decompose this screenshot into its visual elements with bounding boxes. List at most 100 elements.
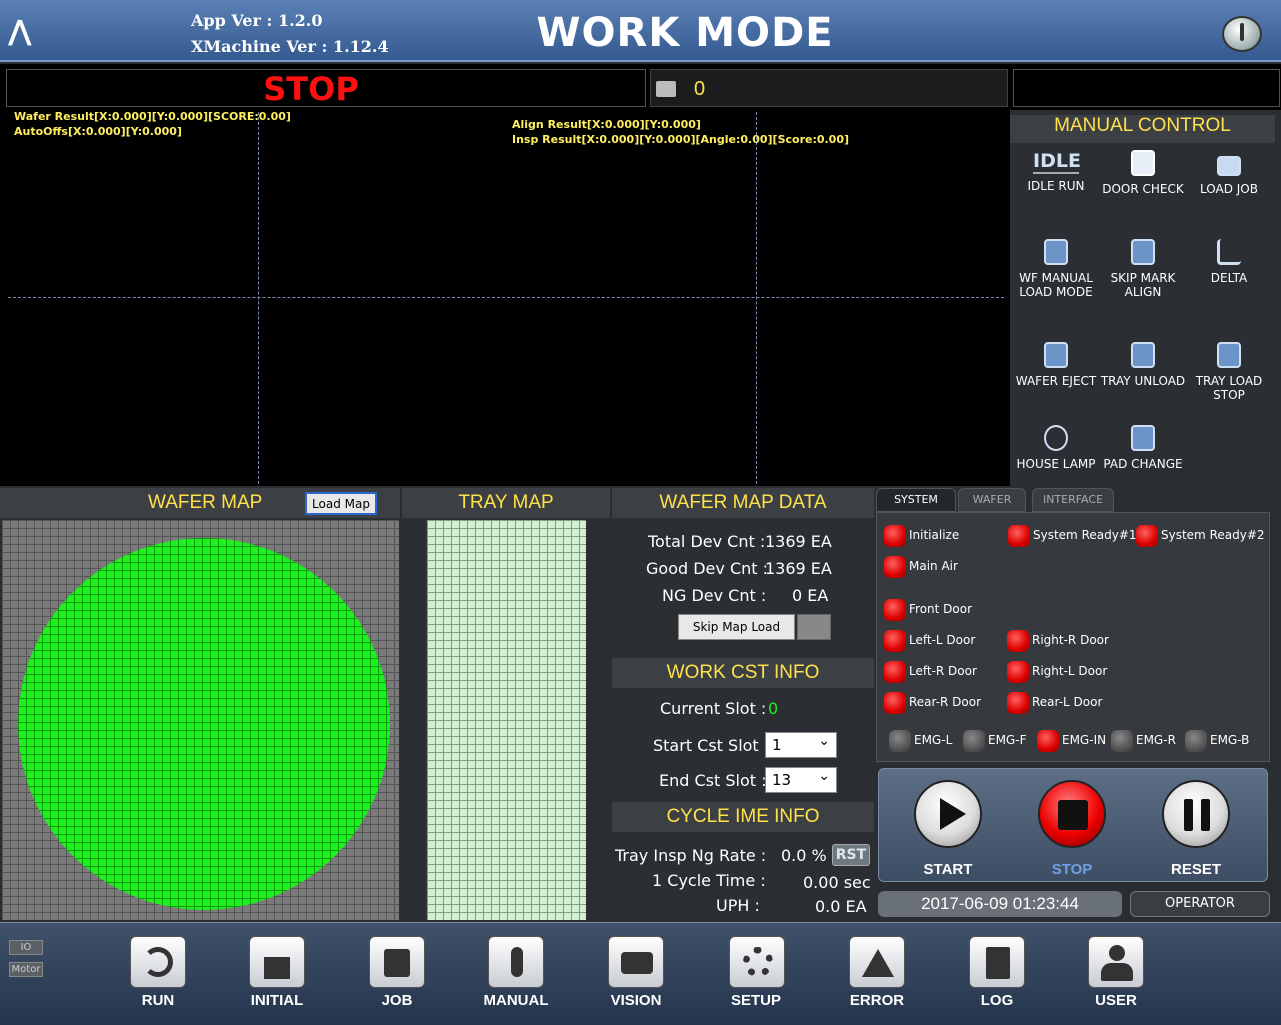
emg-r-led xyxy=(1111,730,1133,752)
good-dev-label: Good Dev Cnt : xyxy=(646,559,768,578)
nav-run-button[interactable] xyxy=(130,936,186,988)
nav-job-button[interactable] xyxy=(369,936,425,988)
current-slot-value: 0 xyxy=(768,699,779,718)
initialize-led xyxy=(884,525,906,547)
tray-load-stop-label: TRAY LOAD STOP xyxy=(1195,374,1263,402)
ng-dev-value: 0 EA xyxy=(792,586,829,605)
front-door-led xyxy=(884,599,906,621)
pad-change-label: PAD CHANGE xyxy=(1103,457,1183,471)
start-slot-select[interactable]: 1 xyxy=(765,732,837,758)
emg-b-led xyxy=(1185,730,1207,752)
front-door-label: Front Door xyxy=(909,602,973,616)
house-lamp-label: HOUSE LAMP xyxy=(1016,457,1096,471)
refresh-icon xyxy=(143,947,173,977)
tab-interface[interactable]: INTERFACE xyxy=(1032,488,1114,512)
right-l-door-label: Right-L Door xyxy=(1032,664,1108,678)
rear-l-door-label: Rear-L Door xyxy=(1032,695,1103,709)
ng-rate-value: 0.0 % xyxy=(781,846,827,865)
tray-map-title: TRAY MAP xyxy=(402,488,610,518)
main-air-led xyxy=(884,556,906,578)
load-job-button[interactable]: LOAD JOB xyxy=(1185,150,1273,196)
wafer-die-map xyxy=(18,538,390,910)
tab-system[interactable]: SYSTEM xyxy=(876,488,956,512)
start-slot-value: 1 xyxy=(772,736,782,754)
nav-error-button[interactable] xyxy=(849,936,905,988)
wafer-result-text: Wafer Result[X:0.000][Y:0.000][SCORE:0.0… xyxy=(14,110,291,123)
idle-run-button[interactable]: IDLE IDLE RUN xyxy=(1012,150,1100,193)
logo-icon: ⋀ xyxy=(8,14,32,47)
right-l-door-led xyxy=(1007,661,1029,683)
hand-icon xyxy=(1131,239,1155,265)
crosshair-line xyxy=(8,297,1004,298)
rst-button[interactable]: RST xyxy=(832,844,870,866)
main-air-label: Main Air xyxy=(909,559,958,573)
delta-label: DELTA xyxy=(1210,271,1248,285)
auto-offset-text: AutoOffs[X:0.000][Y:0.000] xyxy=(14,125,182,138)
app-version: App Ver : 1.2.0 xyxy=(191,11,323,30)
stop-button[interactable] xyxy=(1038,780,1106,848)
emg-in-led xyxy=(1037,730,1059,752)
stop-label: STOP xyxy=(1051,861,1093,878)
wf-manual-load-label: WF MANUAL LOAD MODE xyxy=(1019,271,1093,299)
door-check-label: DOOR CHECK xyxy=(1102,182,1184,196)
load-map-button[interactable]: Load Map xyxy=(305,492,377,515)
nav-vision-label: VISION xyxy=(610,992,662,1009)
total-dev-value: 1369 EA xyxy=(765,532,832,551)
nav-setup-button[interactable] xyxy=(729,936,785,988)
tab-wafer[interactable]: WAFER xyxy=(958,488,1026,512)
user-role-button[interactable]: OPERATOR xyxy=(1130,891,1270,917)
vision-view[interactable] xyxy=(0,110,1010,486)
emg-f-label: EMG-F xyxy=(988,733,1027,747)
door-icon xyxy=(1131,150,1155,176)
xmachine-version: XMachine Ver : 1.12.4 xyxy=(191,37,389,56)
house-lamp-button[interactable]: HOUSE LAMP xyxy=(1012,425,1100,471)
skip-map-load-button[interactable]: Skip Map Load xyxy=(678,614,795,640)
wafer-eject-label: WAFER EJECT xyxy=(1015,374,1097,388)
wafer-eject-button[interactable]: WAFER EJECT xyxy=(1012,342,1100,388)
nav-user-button[interactable] xyxy=(1088,936,1144,988)
reset-button[interactable] xyxy=(1162,780,1230,848)
emg-l-label: EMG-L xyxy=(914,733,953,747)
end-slot-select[interactable]: 13 xyxy=(765,767,837,793)
nav-initial-button[interactable] xyxy=(249,936,305,988)
cycle-time-value: 0.00 sec xyxy=(803,873,871,892)
idle-run-label: IDLE RUN xyxy=(1027,179,1085,193)
ng-dev-label: NG Dev Cnt : xyxy=(662,586,767,605)
system-ready2-label: System Ready#2 xyxy=(1161,528,1265,542)
tray-load-stop-button[interactable]: TRAY LOAD STOP xyxy=(1185,342,1273,402)
work-cst-title: WORK CST INFO xyxy=(612,658,874,688)
io-button[interactable]: IO xyxy=(9,940,43,955)
nav-vision-button[interactable] xyxy=(608,936,664,988)
nav-manual-label: MANUAL xyxy=(483,992,549,1009)
system-ready1-led xyxy=(1008,525,1030,547)
nav-error-label: ERROR xyxy=(849,992,905,1009)
nav-log-label: LOG xyxy=(980,992,1014,1009)
hand-icon xyxy=(1217,342,1241,368)
wf-manual-load-button[interactable]: WF MANUAL LOAD MODE xyxy=(1012,239,1100,299)
hand-icon xyxy=(1044,342,1068,368)
hand-icon xyxy=(1131,425,1155,451)
nav-manual-button[interactable] xyxy=(488,936,544,988)
nav-setup-label: SETUP xyxy=(730,992,781,1009)
current-slot-label: Current Slot : xyxy=(660,699,767,718)
tray-map-grid[interactable] xyxy=(427,520,586,920)
motor-button[interactable]: Motor xyxy=(9,962,43,977)
skip-map-indicator xyxy=(797,614,831,640)
nav-log-button[interactable] xyxy=(969,936,1025,988)
good-dev-value: 1369 EA xyxy=(765,559,832,578)
door-check-button[interactable]: DOOR CHECK xyxy=(1099,150,1187,196)
tray-unload-button[interactable]: TRAY UNLOAD xyxy=(1099,342,1187,388)
hand-icon xyxy=(1044,239,1068,265)
rear-l-door-led xyxy=(1007,692,1029,714)
delta-button[interactable]: DELTA xyxy=(1185,239,1273,285)
total-dev-label: Total Dev Cnt : xyxy=(648,532,766,551)
page-title: WORK MODE xyxy=(536,10,834,56)
pad-change-button[interactable]: PAD CHANGE xyxy=(1099,425,1187,471)
folder-icon xyxy=(1217,156,1241,176)
log-icon xyxy=(986,947,1010,979)
skip-mark-align-button[interactable]: SKIP MARK ALIGN xyxy=(1099,239,1187,299)
stop-icon xyxy=(1058,800,1088,830)
power-button[interactable] xyxy=(1222,16,1262,52)
start-button[interactable] xyxy=(914,780,982,848)
user-icon xyxy=(1109,945,1125,961)
